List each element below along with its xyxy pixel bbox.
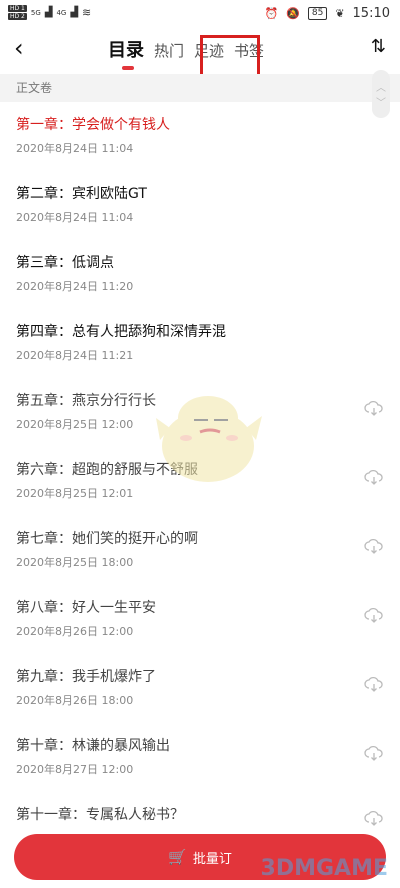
chapter-date: 2020年8月27日 12:00 xyxy=(16,763,134,776)
chapter-item[interactable]: 第三章：低调点 2020年8月24日 11:20 xyxy=(0,240,400,309)
sort-order-icon[interactable]: ⇅ xyxy=(371,36,386,57)
chevron-up-icon: ︿ xyxy=(376,83,386,94)
status-right: ⏰ 🔕 85 ❦ 15:10 xyxy=(264,6,390,21)
cart-icon: 🛒 xyxy=(168,848,187,866)
chapter-title: 第八章：好人一生平安 xyxy=(16,600,156,616)
chapter-date: 2020年8月25日 18:00 xyxy=(16,556,134,569)
chapter-item[interactable]: 第七章：她们笑的挺开心的啊 2020年8月25日 18:00 xyxy=(0,516,400,585)
chapter-title: 第十章：林谦的暴风输出 xyxy=(16,738,170,754)
cloud-download-icon[interactable] xyxy=(364,538,384,554)
chapter-item[interactable]: 第二章：宾利欧陆GT 2020年8月24日 11:04 xyxy=(0,171,400,240)
chevron-left-icon[interactable]: ‹ xyxy=(14,34,24,62)
chapter-item[interactable]: 第九章：我手机爆炸了 2020年8月26日 18:00 xyxy=(0,654,400,723)
leaf-icon: ❦ xyxy=(335,7,345,20)
chapter-date: 2020年8月25日 12:00 xyxy=(16,418,134,431)
status-left: HD 1 HD 2 5G ▟ 4G ▟ ≋ xyxy=(8,5,91,20)
chapter-date: 2020年8月26日 12:00 xyxy=(16,625,134,638)
chapter-title: 第五章：燕京分行行长 xyxy=(16,393,156,409)
chapter-date: 2020年8月24日 11:20 xyxy=(16,280,134,293)
chapter-date: 2020年8月24日 11:21 xyxy=(16,349,134,362)
signal-5g: 5G xyxy=(30,8,41,17)
volume-header: 正文卷 xyxy=(0,74,400,102)
chapter-title: 第九章：我手机爆炸了 xyxy=(16,669,156,685)
alarm-icon: ⏰ xyxy=(264,7,279,20)
battery-indicator: 85 xyxy=(307,7,328,20)
batch-order-label: 批量订 xyxy=(192,851,232,867)
chapter-date: 2020年8月25日 12:01 xyxy=(16,487,134,500)
mute-icon: 🔕 xyxy=(286,7,300,20)
chapter-item[interactable]: 第八章：好人一生平安 2020年8月26日 12:00 xyxy=(0,585,400,654)
tab-catalog[interactable]: 目录 xyxy=(108,36,144,70)
chapter-title: 第四章：总有人把舔狗和深情弄混 xyxy=(16,324,226,340)
mascot-watermark-image xyxy=(156,396,262,482)
chapter-title: 第十一章：专属私人秘书？ xyxy=(16,807,184,823)
chapter-title: 第二章：宾利欧陆GT xyxy=(16,186,147,202)
chapter-item[interactable]: 第十章：林谦的暴风输出 2020年8月27日 12:00 xyxy=(0,723,400,792)
signal-icon-2: ▟ xyxy=(70,7,79,18)
tab-hot[interactable]: 热门 xyxy=(154,40,184,61)
hd-badge-2: HD 2 xyxy=(8,13,27,20)
cloud-download-icon[interactable] xyxy=(364,400,384,416)
signal-4g: 4G xyxy=(56,8,67,17)
hd-badge-1: HD 1 xyxy=(8,5,27,12)
cloud-download-icon[interactable] xyxy=(364,469,384,485)
cloud-download-icon[interactable] xyxy=(364,676,384,692)
signal-icon: ▟ xyxy=(44,7,53,18)
chapter-title: 第七章：她们笑的挺开心的啊 xyxy=(16,531,198,547)
cloud-download-icon[interactable] xyxy=(364,607,384,623)
site-watermark: 3DMGAME xyxy=(260,856,388,881)
cloud-download-icon[interactable] xyxy=(364,810,384,826)
wifi-icon: ≋ xyxy=(82,6,92,19)
chapter-item[interactable]: 第四章：总有人把舔狗和深情弄混 2020年8月24日 11:21 xyxy=(0,309,400,378)
clock-time: 15:10 xyxy=(352,6,390,21)
chapter-title: 第一章：学会做个有钱人 xyxy=(16,117,170,133)
chapter-date: 2020年8月24日 11:04 xyxy=(16,211,134,224)
status-bar: HD 1 HD 2 5G ▟ 4G ▟ ≋ ⏰ 🔕 85 ❦ 15:10 xyxy=(0,0,400,28)
chapter-title: 第三章：低调点 xyxy=(16,255,114,271)
chapter-date: 2020年8月26日 18:00 xyxy=(16,694,134,707)
cloud-download-icon[interactable] xyxy=(364,745,384,761)
chapter-date: 2020年8月24日 11:04 xyxy=(16,142,134,155)
chapter-item[interactable]: 第一章：学会做个有钱人 2020年8月24日 11:04 xyxy=(0,102,400,171)
